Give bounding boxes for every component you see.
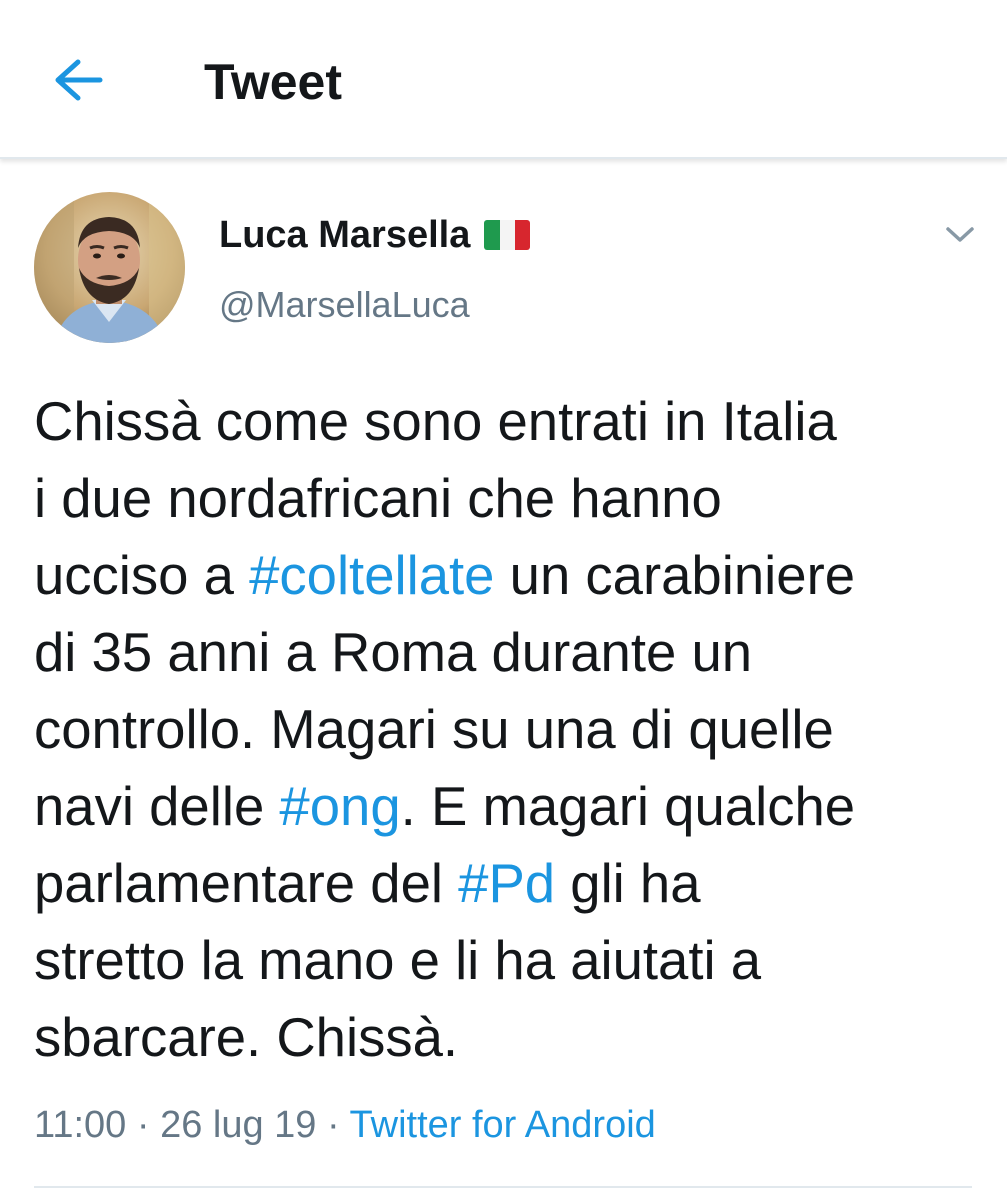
divider	[34, 1186, 972, 1188]
tweet-text-segment: navi delle	[34, 776, 280, 837]
meta-separator-2: ·	[316, 1104, 350, 1146]
author-display-name[interactable]: Luca Marsella	[219, 210, 470, 260]
tweet-text-segment: . E magari qualche	[400, 776, 856, 837]
tweet-text-segment: parlamentare del	[34, 853, 459, 914]
meta-separator: ·	[126, 1104, 161, 1146]
tweet-text-segment: Chissà come sono entrati in Italia	[34, 391, 837, 452]
tweet-text-segment: stretto la mano e li ha aiutati a	[34, 930, 762, 991]
tweet-text-segment: gli ha	[555, 853, 701, 914]
top-app-bar: Tweet	[0, 0, 1007, 159]
tweet-text-line: stretto la mano e li ha aiutati a	[34, 922, 984, 999]
tweet-text-line: ucciso a #coltellate un carabiniere	[34, 537, 984, 614]
tweet-text-segment: di 35 anni a Roma durante un	[34, 622, 753, 683]
tweet-date: 26 lug 19	[160, 1104, 317, 1146]
tweet-text-segment: controllo. Magari su una di quelle	[34, 699, 834, 760]
hashtag-link[interactable]: #Pd	[458, 853, 555, 914]
tweet-text: Chissà come sono entrati in Italia i due …	[34, 383, 984, 1076]
chevron-down-icon	[946, 227, 974, 242]
tweet-text-line: i due nordafricani che hanno	[34, 460, 984, 537]
back-button[interactable]	[46, 50, 110, 110]
italy-flag-icon	[484, 220, 531, 250]
page-title: Tweet	[204, 54, 342, 110]
tweet-text-segment: i due nordafricani che hanno	[34, 468, 722, 529]
tweet-text-line: Chissà come sono entrati in Italia	[34, 383, 984, 460]
tweet-source-link[interactable]: Twitter for Android	[350, 1104, 656, 1146]
tweet-meta: 11:00 · 26 lug 19 · Twitter for Android	[34, 1100, 656, 1150]
tweet-text-line: parlamentare del #Pd gli ha	[34, 845, 984, 922]
hashtag-link[interactable]: #ong	[279, 776, 400, 837]
hashtag-link[interactable]: #coltellate	[249, 545, 494, 606]
tweet-time: 11:00	[34, 1104, 127, 1146]
tweet-menu-button[interactable]	[938, 215, 982, 255]
author-handle[interactable]: @MarsellaLuca	[219, 282, 470, 328]
avatar-photo	[34, 192, 185, 343]
tweet-text-line: di 35 anni a Roma durante un	[34, 614, 984, 691]
author-name-row[interactable]: Luca Marsella	[219, 210, 531, 260]
tweet-text-segment: sbarcare. Chissà.	[34, 1007, 459, 1068]
tweet-text-line: controllo. Magari su una di quelle	[34, 691, 984, 768]
tweet-text-segment: un carabiniere	[494, 545, 856, 606]
arrow-left-icon	[55, 59, 103, 101]
tweet-text-segment: ucciso a	[34, 545, 250, 606]
tweet-text-line: sbarcare. Chissà.	[34, 999, 984, 1076]
tweet-text-line: navi delle #ong. E magari qualche	[34, 768, 984, 845]
avatar[interactable]	[34, 192, 185, 343]
